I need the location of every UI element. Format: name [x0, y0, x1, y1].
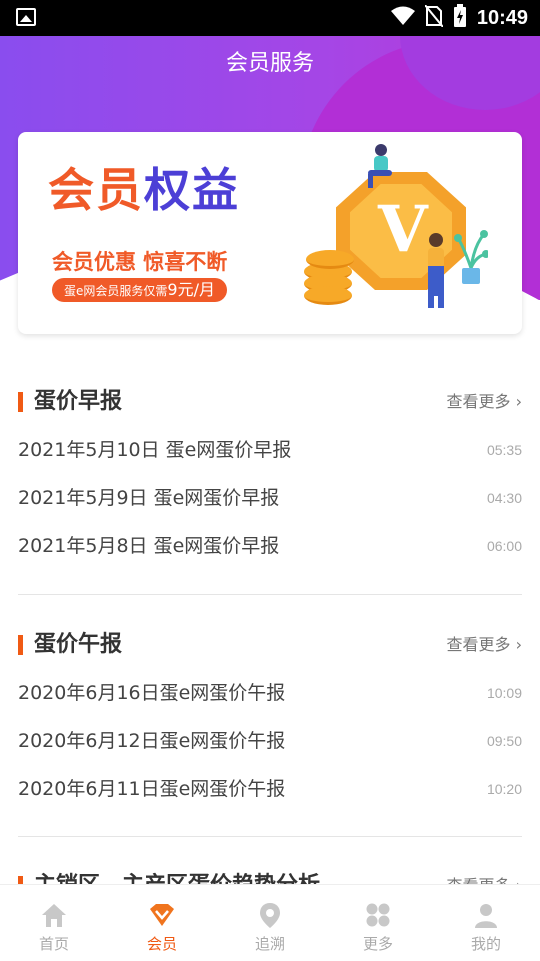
tab-more[interactable]: 更多	[324, 885, 432, 961]
view-more-link[interactable]: 查看更多 ›	[447, 629, 523, 661]
tab-label: 更多	[362, 935, 393, 953]
list-item[interactable]: 2021年5月10日 蛋e网蛋价早报 05:35	[18, 430, 522, 470]
banner-title-part1: 会员	[48, 163, 144, 217]
list-item[interactable]: 2020年6月12日蛋e网蛋价午报 09:50	[18, 721, 522, 761]
section-title: 蛋价早报	[34, 389, 123, 414]
section-header-noon: 蛋价午报 查看更多 ›	[18, 629, 522, 661]
vip-badge-letter: V	[378, 192, 428, 267]
section-title: 蛋价午报	[34, 632, 123, 657]
location-icon	[260, 903, 280, 928]
list-item-title: 2020年6月16日蛋e网蛋价午报	[18, 682, 286, 704]
banner-price-pill: 蛋e网会员服务仅需9元/月	[52, 278, 227, 302]
tab-home[interactable]: 首页	[0, 885, 108, 961]
status-bar: 10:49	[0, 0, 540, 36]
section-header-morning: 蛋价早报 查看更多 ›	[18, 386, 522, 418]
plant-illustration	[454, 230, 488, 284]
standing-person-illustration	[428, 233, 444, 308]
tab-mine[interactable]: 我的	[432, 885, 540, 961]
no-sim-icon	[424, 4, 444, 31]
list-item-title: 2021年5月10日 蛋e网蛋价早报	[18, 439, 292, 461]
user-icon	[475, 904, 497, 928]
banner-price-prefix: 蛋e网会员服务仅需	[64, 284, 168, 298]
list-item-time: 10:09	[486, 685, 522, 701]
section-divider	[18, 594, 522, 595]
grid-icon	[366, 903, 390, 927]
section-divider	[18, 836, 522, 837]
section-accent-bar	[18, 635, 23, 655]
page-title: 会员服务	[225, 51, 314, 76]
wifi-icon	[390, 6, 415, 30]
list-item-title: 2020年6月11日蛋e网蛋价午报	[18, 778, 286, 800]
view-more-link[interactable]: 查看更多 ›	[447, 386, 523, 418]
list-item[interactable]: 2021年5月9日 蛋e网蛋价早报 04:30	[18, 478, 522, 518]
tab-label: 首页	[38, 935, 69, 953]
banner-title: 会员权益	[48, 154, 240, 220]
list-item[interactable]: 2020年6月11日蛋e网蛋价午报 10:20	[18, 769, 522, 809]
list-item-time: 04:30	[486, 490, 522, 506]
bottom-tab-bar: 首页 会员 追溯 更多 我的	[0, 884, 540, 961]
tab-label: 会员	[146, 935, 177, 953]
list-item-title: 2021年5月9日 蛋e网蛋价早报	[18, 487, 280, 509]
list-item[interactable]: 2021年5月8日 蛋e网蛋价早报 06:00	[18, 526, 522, 566]
battery-charging-icon	[453, 4, 467, 32]
membership-banner[interactable]: 会员权益 会员优惠 惊喜不断 蛋e网会员服务仅需9元/月 V	[18, 132, 522, 334]
coin-icon	[306, 250, 354, 269]
vip-icon	[150, 904, 174, 926]
sitting-person-illustration	[368, 144, 392, 188]
banner-title-part2: 权益	[144, 163, 240, 217]
banner-price-value: 9元/月	[167, 280, 215, 299]
status-time: 10:49	[476, 6, 528, 29]
tab-vip[interactable]: 会员	[108, 885, 216, 961]
tab-label: 我的	[470, 935, 501, 953]
list-item[interactable]: 2020年6月16日蛋e网蛋价午报 10:09	[18, 673, 522, 713]
image-notification-icon	[16, 8, 36, 26]
home-icon	[42, 904, 66, 927]
section-accent-bar	[18, 392, 23, 412]
tab-trace[interactable]: 追溯	[216, 885, 324, 961]
banner-subtitle: 会员优惠 惊喜不断	[52, 250, 228, 274]
list-item-time: 05:35	[486, 442, 522, 458]
coin-icon	[304, 286, 352, 305]
list-item-title: 2021年5月8日 蛋e网蛋价早报	[18, 535, 280, 557]
list-item-time: 06:00	[486, 538, 522, 554]
list-item-time: 09:50	[486, 733, 522, 749]
list-item-title: 2020年6月12日蛋e网蛋价午报	[18, 730, 286, 752]
list-item-time: 10:20	[486, 781, 522, 797]
tab-label: 追溯	[254, 935, 285, 953]
